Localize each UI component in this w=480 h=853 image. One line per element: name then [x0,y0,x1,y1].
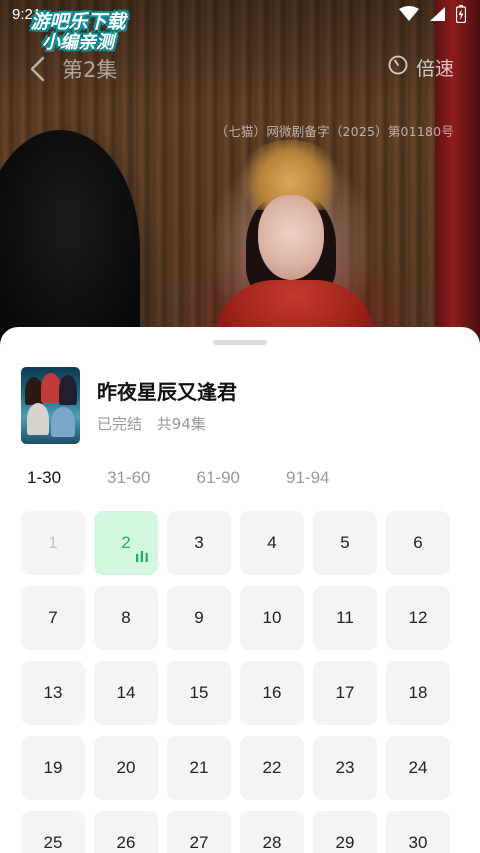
episode-button[interactable]: 1 [21,511,85,575]
episode-number: 24 [408,758,428,777]
episode-number: 17 [335,683,355,702]
screen: 9:21 游吧乐下载 小编亲测 第2集 倍速 （七猫）网微剧备字（2025）第0… [0,0,480,853]
cover-figure [59,375,77,405]
cover-figure [41,373,61,403]
episode-number: 28 [262,833,282,852]
episode-button[interactable]: 19 [21,736,85,800]
episode-button[interactable]: 2 [94,511,158,575]
episode-button[interactable]: 23 [313,736,377,800]
episode-number: 18 [408,683,428,702]
episode-button[interactable]: 5 [313,511,377,575]
episode-button[interactable]: 7 [21,586,85,650]
episode-button[interactable]: 17 [313,661,377,725]
episode-number: 23 [335,758,355,777]
episode-number: 29 [335,833,355,852]
episode-button[interactable]: 9 [167,586,231,650]
drama-title: 昨夜星辰又逢君 [97,380,237,404]
episode-number: 20 [116,758,136,777]
episode-number: 22 [262,758,282,777]
episode-button[interactable]: 18 [386,661,450,725]
episode-button[interactable]: 14 [94,661,158,725]
episode-button[interactable]: 4 [240,511,304,575]
episode-number: 2 [121,533,131,552]
cover-figure [51,407,75,437]
episode-number: 1 [48,533,58,552]
watermark-line1: 游吧乐下载 [30,11,126,33]
episode-button[interactable]: 27 [167,811,231,853]
episode-button[interactable]: 3 [167,511,231,575]
watermark-line2: 小编亲测 [42,31,114,53]
episode-button[interactable]: 12 [386,586,450,650]
drama-meta: 已完结 共94集 [97,413,216,434]
episode-button[interactable]: 11 [313,586,377,650]
episode-number: 12 [408,608,428,627]
signal-icon [429,6,446,22]
episode-button[interactable]: 24 [386,736,450,800]
speed-button[interactable]: 倍速 [388,54,454,81]
range-tab[interactable]: 61-90 [197,468,240,488]
episode-button[interactable]: 20 [94,736,158,800]
license-text: （七猫）网微剧备字（2025）第01180号 [215,124,454,139]
episode-number: 21 [189,758,209,777]
watermark-logo: 游吧乐下载 小编亲测 [8,12,148,53]
episode-number: 16 [262,683,282,702]
episode-number: 13 [43,683,63,702]
episode-button[interactable]: 16 [240,661,304,725]
cover-figure [27,403,49,435]
episode-button[interactable]: 8 [94,586,158,650]
episode-number: 25 [43,833,63,852]
episode-number: 9 [194,608,204,627]
episode-title: 第2集 [62,58,118,82]
episode-button[interactable]: 15 [167,661,231,725]
episode-button[interactable]: 22 [240,736,304,800]
range-tab[interactable]: 91-94 [286,468,329,488]
range-tab[interactable]: 1-30 [27,468,61,488]
episode-number: 8 [121,608,131,627]
episode-number: 27 [189,833,209,852]
speed-label: 倍速 [415,58,454,80]
wifi-icon [399,6,419,22]
episode-button[interactable]: 25 [21,811,85,853]
drama-cover [21,367,80,444]
range-tab[interactable]: 31-60 [107,468,150,488]
battery-icon [456,5,466,23]
status-icons [399,5,466,23]
speed-icon [388,55,408,80]
episode-number: 3 [194,533,204,552]
episode-number: 6 [413,533,423,552]
episode-button[interactable]: 30 [386,811,450,853]
back-icon[interactable] [28,56,46,86]
episode-sheet: 昨夜星辰又逢君 已完结 共94集 1-30 31-60 61-90 91-94 … [0,327,480,853]
episode-button[interactable]: 29 [313,811,377,853]
episode-number: 15 [189,683,209,702]
playing-icon [136,547,148,567]
episode-number: 19 [43,758,63,777]
drama-status: 已完结 [97,415,143,433]
episode-number: 10 [262,608,282,627]
episode-number: 30 [408,833,428,852]
range-tabs: 1-30 31-60 61-90 91-94 [27,468,375,488]
video-scenery [258,195,324,280]
episode-grid: 1 2 3 4 5 6 7 8 9 10 11 12 13 14 15 16 17 18 19 20 21 22 23 24 2… [21,511,461,853]
episode-button[interactable]: 13 [21,661,85,725]
episode-number: 14 [116,683,136,702]
drag-handle[interactable] [213,340,267,345]
episode-button[interactable]: 21 [167,736,231,800]
drama-episode-count: 共94集 [156,415,206,433]
episode-number: 5 [340,533,350,552]
episode-button[interactable]: 10 [240,586,304,650]
episode-button[interactable]: 28 [240,811,304,853]
episode-button[interactable]: 6 [386,511,450,575]
episode-button[interactable]: 26 [94,811,158,853]
episode-number: 26 [116,833,136,852]
episode-number: 11 [336,608,354,627]
episode-number: 4 [267,533,277,552]
episode-number: 7 [48,608,58,627]
